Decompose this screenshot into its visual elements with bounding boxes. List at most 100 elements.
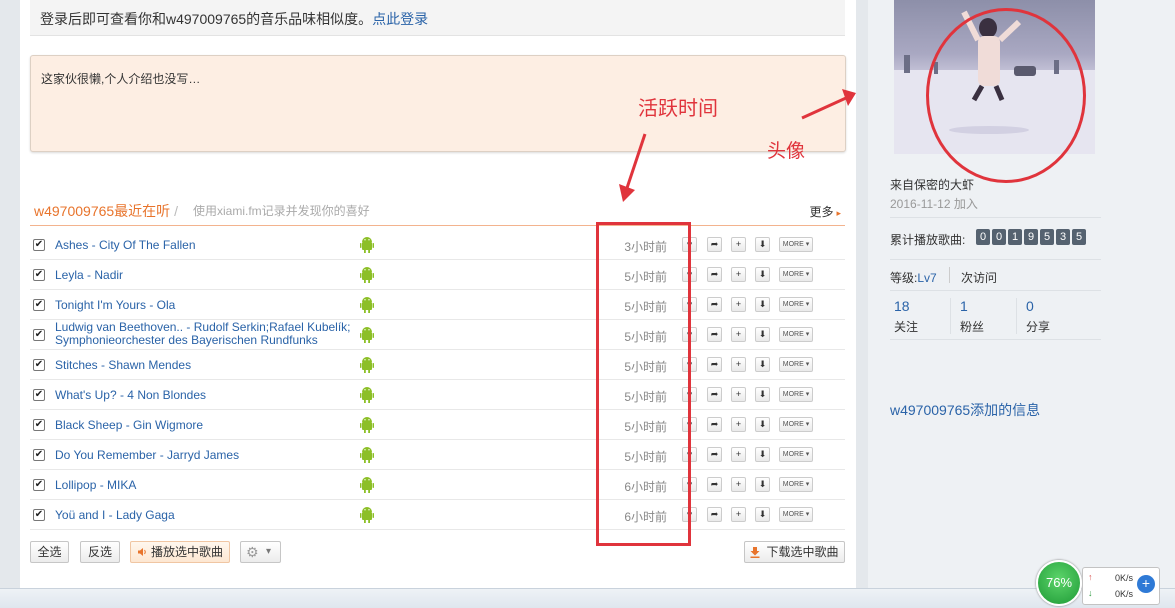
visit-count: 次访问	[961, 271, 998, 285]
track-more-button[interactable]: MORE ▾	[779, 507, 813, 522]
download-icon[interactable]: ⬇	[755, 507, 770, 522]
track-checkbox[interactable]: ✔	[33, 419, 45, 431]
share-icon[interactable]: ➦	[707, 477, 722, 492]
add-icon[interactable]: +	[731, 267, 746, 282]
speaker-icon	[138, 548, 146, 556]
recent-listening-hint: 使用xiami.fm记录并发现你的喜好	[193, 204, 370, 218]
share-icon[interactable]: ➦	[707, 267, 722, 282]
add-icon[interactable]: +	[731, 387, 746, 402]
track-title[interactable]: Leyla - Nadir	[55, 268, 123, 282]
track-title[interactable]: What's Up? - 4 Non Blondes	[55, 388, 206, 402]
share-icon[interactable]: ➦	[707, 297, 722, 312]
social-stat[interactable]: 0 分享	[1026, 298, 1086, 336]
add-icon[interactable]: +	[731, 357, 746, 372]
social-stat[interactable]: 18 关注	[894, 298, 954, 336]
track-more-button[interactable]: MORE ▾	[779, 447, 813, 462]
download-icon[interactable]: ⬇	[755, 327, 770, 342]
track-checkbox[interactable]: ✔	[33, 299, 45, 311]
avatar-highlight-circle	[926, 8, 1086, 183]
stat-value: 18	[894, 298, 910, 314]
divider	[890, 259, 1101, 260]
more-link[interactable]: 更多 ▸	[809, 203, 841, 220]
share-icon[interactable]: ➦	[707, 507, 722, 522]
login-link[interactable]: 点此登录	[372, 11, 428, 27]
social-stat[interactable]: 1 粉丝	[960, 298, 1020, 336]
added-info-link[interactable]: w497009765添加的信息	[890, 400, 1040, 420]
join-date: 2016-11-12 加入	[890, 197, 978, 211]
download-icon[interactable]: ⬇	[755, 297, 770, 312]
self-intro-box: 这家伙很懒,个人介绍也没写…	[30, 55, 846, 152]
track-more-button[interactable]: MORE ▾	[779, 417, 813, 432]
play-selected-button[interactable]: 播放选中歌曲	[130, 541, 230, 563]
divider	[890, 217, 1101, 218]
track-title[interactable]: Yoü and I - Lady Gaga	[55, 508, 175, 522]
add-icon[interactable]: +	[731, 447, 746, 462]
track-title[interactable]: Black Sheep - Gin Wigmore	[55, 418, 203, 432]
speed-monitor-ball[interactable]: 76%	[1036, 560, 1082, 606]
android-icon	[360, 356, 374, 374]
settings-dropdown-button[interactable]: ⚙ ▾	[240, 541, 281, 563]
upload-speed: 0K/s	[1115, 573, 1134, 583]
avatar-annotation: 头像	[767, 140, 806, 162]
add-icon[interactable]: +	[731, 507, 746, 522]
track-checkbox[interactable]: ✔	[33, 479, 45, 491]
invert-selection-button[interactable]: 反选	[80, 541, 120, 563]
track-more-button[interactable]: MORE ▾	[779, 267, 813, 282]
add-icon[interactable]: +	[731, 327, 746, 342]
track-more-button[interactable]: MORE ▾	[779, 327, 813, 342]
download-icon	[750, 547, 760, 558]
track-checkbox[interactable]: ✔	[33, 239, 45, 251]
track-more-button[interactable]: MORE ▾	[779, 297, 813, 312]
share-icon[interactable]: ➦	[707, 417, 722, 432]
play-count-digit: 1	[1008, 229, 1022, 245]
track-title[interactable]: Ludwig van Beethoven.. - Rudolf Serkin;R…	[55, 321, 351, 347]
track-more-button[interactable]: MORE ▾	[779, 357, 813, 372]
divider	[1016, 298, 1017, 334]
share-icon[interactable]: ➦	[707, 447, 722, 462]
track-title[interactable]: Do You Remember - Jarryd James	[55, 448, 239, 462]
arrow-right-icon: ▸	[836, 208, 841, 218]
play-count-digit: 9	[1024, 229, 1038, 245]
download-icon[interactable]: ⬇	[755, 387, 770, 402]
add-icon[interactable]: +	[1137, 575, 1155, 593]
track-checkbox[interactable]: ✔	[33, 269, 45, 281]
share-icon[interactable]: ➦	[707, 327, 722, 342]
track-more-button[interactable]: MORE ▾	[779, 477, 813, 492]
select-all-button[interactable]: 全选	[30, 541, 69, 563]
track-checkbox[interactable]: ✔	[33, 509, 45, 521]
add-icon[interactable]: +	[731, 417, 746, 432]
track-checkbox[interactable]: ✔	[33, 359, 45, 371]
track-title[interactable]: Stitches - Shawn Mendes	[55, 358, 191, 372]
download-icon[interactable]: ⬇	[755, 357, 770, 372]
add-icon[interactable]: +	[731, 297, 746, 312]
share-icon[interactable]: ➦	[707, 387, 722, 402]
download-speed: 0K/s	[1115, 589, 1134, 599]
download-icon[interactable]: ⬇	[755, 477, 770, 492]
download-icon[interactable]: ⬇	[755, 417, 770, 432]
track-row: ✔ Yoü and I - Lady Gaga 6小时前 ♥ ➦ + ⬇ MORE ▾	[30, 500, 845, 530]
track-title[interactable]: Tonight I'm Yours - Ola	[55, 298, 175, 312]
track-title[interactable]: Ashes - City Of The Fallen	[55, 238, 196, 252]
android-icon	[360, 476, 374, 494]
track-checkbox[interactable]: ✔	[33, 329, 45, 341]
track-title[interactable]: Lollipop - MIKA	[55, 478, 136, 492]
status-bar	[0, 588, 1175, 608]
track-checkbox[interactable]: ✔	[33, 449, 45, 461]
upload-arrow-icon: ↑	[1088, 572, 1093, 582]
track-checkbox[interactable]: ✔	[33, 389, 45, 401]
add-icon[interactable]: +	[731, 237, 746, 252]
download-icon[interactable]: ⬇	[755, 267, 770, 282]
stat-label: 分享	[1026, 320, 1051, 334]
play-count-digit: 0	[976, 229, 990, 245]
share-icon[interactable]: ➦	[707, 237, 722, 252]
download-icon[interactable]: ⬇	[755, 447, 770, 462]
share-icon[interactable]: ➦	[707, 357, 722, 372]
download-selected-button[interactable]: 下载选中歌曲	[744, 541, 845, 563]
track-more-button[interactable]: MORE ▾	[779, 387, 813, 402]
gear-icon: ⚙	[246, 544, 259, 560]
track-more-button[interactable]: MORE ▾	[779, 237, 813, 252]
recent-listening-header: w497009765最近在听 / 使用xiami.fm记录并发现你的喜好 更多 ▸	[30, 199, 845, 226]
download-icon[interactable]: ⬇	[755, 237, 770, 252]
add-icon[interactable]: +	[731, 477, 746, 492]
android-icon	[360, 236, 374, 254]
